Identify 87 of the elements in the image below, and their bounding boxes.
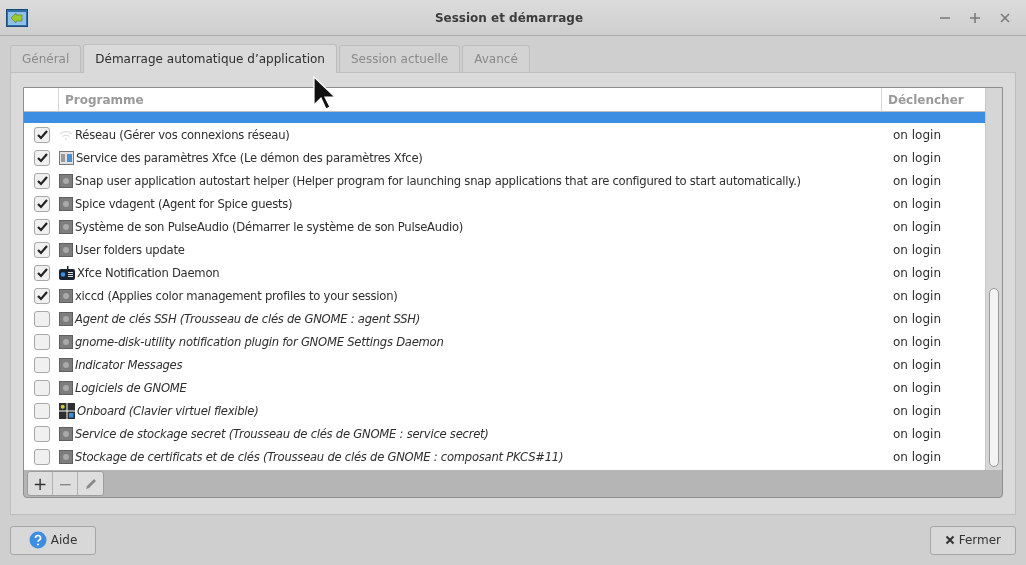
add-button[interactable]: + [28, 472, 53, 496]
checkbox[interactable] [34, 333, 50, 350]
program-row[interactable]: gnome-disk-utility notification plugin for GNOME Settings Daemon on login [24, 330, 985, 353]
notification-icon [59, 265, 75, 280]
checkbox[interactable] [34, 425, 50, 442]
program-row[interactable]: User folders update on login [24, 238, 985, 261]
gear-icon [59, 334, 73, 349]
program-row[interactable]: Snap user application autostart helper (Helper program for launching snap applications that are configured to start automatically.) on login [24, 169, 985, 192]
program-name: Agent de clés SSH (Trousseau de clés de GNOME : agent SSH) [75, 311, 422, 326]
program-row[interactable]: Stockage de certificats et de clés (Trousseau de clés de GNOME : composant PKCS#11) on login [24, 445, 985, 468]
program-row[interactable]: Indicator Messages on login [24, 353, 985, 376]
trigger-text: on login [892, 242, 942, 257]
gear-icon [59, 288, 73, 303]
checkbox[interactable] [34, 402, 50, 419]
tab[interactable]: Démarrage automatique d’application [83, 44, 337, 73]
program-name: Logiciels de GNOME [75, 380, 188, 395]
program-name: Snap user application autostart helper (Helper program for launching snap applications that are configured to start automatically.) [75, 173, 802, 188]
window-title: Session et démarrage [433, 10, 585, 25]
trigger-text: on login [892, 334, 942, 349]
program-row[interactable]: Réseau (Gérer vos connexions réseau) on login [24, 123, 985, 146]
checkbox[interactable] [34, 218, 50, 235]
program-row[interactable]: Spice vdagent (Agent for Spice guests) on login [24, 192, 985, 215]
trigger-text: on login [892, 426, 942, 441]
keyboard-icon [59, 402, 75, 419]
trigger-text: on login [892, 196, 942, 211]
gear-icon [59, 380, 73, 395]
pencil-icon [83, 476, 98, 491]
checkbox[interactable] [34, 287, 50, 304]
program-row[interactable]: Service de stockage secret (Trousseau de clés de GNOME : service secret) on login [24, 422, 985, 445]
app-icon [6, 8, 28, 27]
gear-icon [59, 357, 73, 372]
program-name: Spice vdagent (Agent for Spice guests) [75, 196, 294, 211]
program-name: Service de stockage secret (Trousseau de clés de GNOME : service secret) [75, 426, 490, 441]
program-name: Stockage de certificats et de clés (Trousseau de clés de GNOME : composant PKCS#11) [75, 449, 565, 464]
program-row[interactable]: Service des paramètres Xfce (Le démon des paramètres Xfce) on login [24, 146, 985, 169]
close-icon[interactable] [1000, 12, 1010, 23]
trigger-text: on login [892, 127, 942, 142]
program-name: Service des paramètres Xfce (Le démon des paramètres Xfce) [76, 150, 424, 165]
checkbox[interactable] [34, 126, 50, 143]
maximize-icon[interactable] [970, 12, 980, 23]
gear-icon [59, 219, 73, 234]
program-name: xiccd (Applies color management profiles to your session) [75, 288, 399, 303]
gear-icon [59, 242, 73, 257]
checkbox[interactable] [34, 356, 50, 373]
checkbox[interactable] [34, 172, 50, 189]
settings-panel-icon [59, 150, 74, 165]
gear-icon [59, 173, 73, 188]
trigger-text: on login [892, 173, 942, 188]
program-name: Onboard (Clavier virtuel flexible) [77, 403, 260, 418]
gear-icon [59, 426, 73, 441]
program-row[interactable]: Agent de clés SSH (Trousseau de clés de GNOME : agent SSH) on login [24, 307, 985, 330]
gear-icon [59, 196, 73, 211]
program-name: Réseau (Gérer vos connexions réseau) [75, 127, 291, 142]
program-name: Système de son PulseAudio (Démarrer le système de son PulseAudio) [75, 219, 465, 234]
trigger-text: on login [892, 311, 942, 326]
checkbox[interactable] [34, 264, 50, 281]
checkbox[interactable] [34, 149, 50, 166]
help-button[interactable]: Aide [10, 525, 96, 555]
checkbox[interactable] [34, 448, 50, 465]
program-row[interactable]: Xfce Notification Daemon on login [24, 261, 985, 284]
wifi-icon [59, 129, 73, 140]
program-name: User folders update [75, 242, 186, 257]
program-row[interactable]: Logiciels de GNOME on login [24, 376, 985, 399]
close-icon [944, 535, 955, 545]
trigger-text: on login [892, 219, 942, 234]
close-button[interactable]: Fermer [929, 525, 1016, 555]
checkbox[interactable] [34, 310, 50, 327]
checkbox[interactable] [34, 379, 50, 396]
program-row[interactable]: xiccd (Applies color management profiles to your session) on login [24, 284, 985, 307]
trigger-text: on login [892, 357, 942, 372]
trigger-text: on login [892, 288, 942, 303]
scrollbar[interactable] [985, 88, 1002, 471]
program-row[interactable]: Système de son PulseAudio (Démarrer le système de son PulseAudio) on login [24, 215, 985, 238]
checkbox[interactable] [34, 241, 50, 258]
program-name: Xfce Notification Daemon [77, 265, 221, 280]
trigger-text: on login [892, 150, 942, 165]
gear-icon [59, 311, 73, 326]
program-name: Indicator Messages [75, 357, 184, 372]
gear-icon [59, 449, 73, 464]
trigger-text: on login [892, 449, 942, 464]
trigger-text: on login [892, 380, 942, 395]
program-name: gnome-disk-utility notification plugin for GNOME Settings Daemon [75, 334, 445, 349]
trigger-text: on login [892, 403, 942, 418]
help-icon [28, 531, 47, 549]
trigger-text: on login [892, 265, 942, 280]
checkbox[interactable] [34, 195, 50, 212]
program-row[interactable]: Onboard (Clavier virtuel flexible) on login [24, 399, 985, 422]
